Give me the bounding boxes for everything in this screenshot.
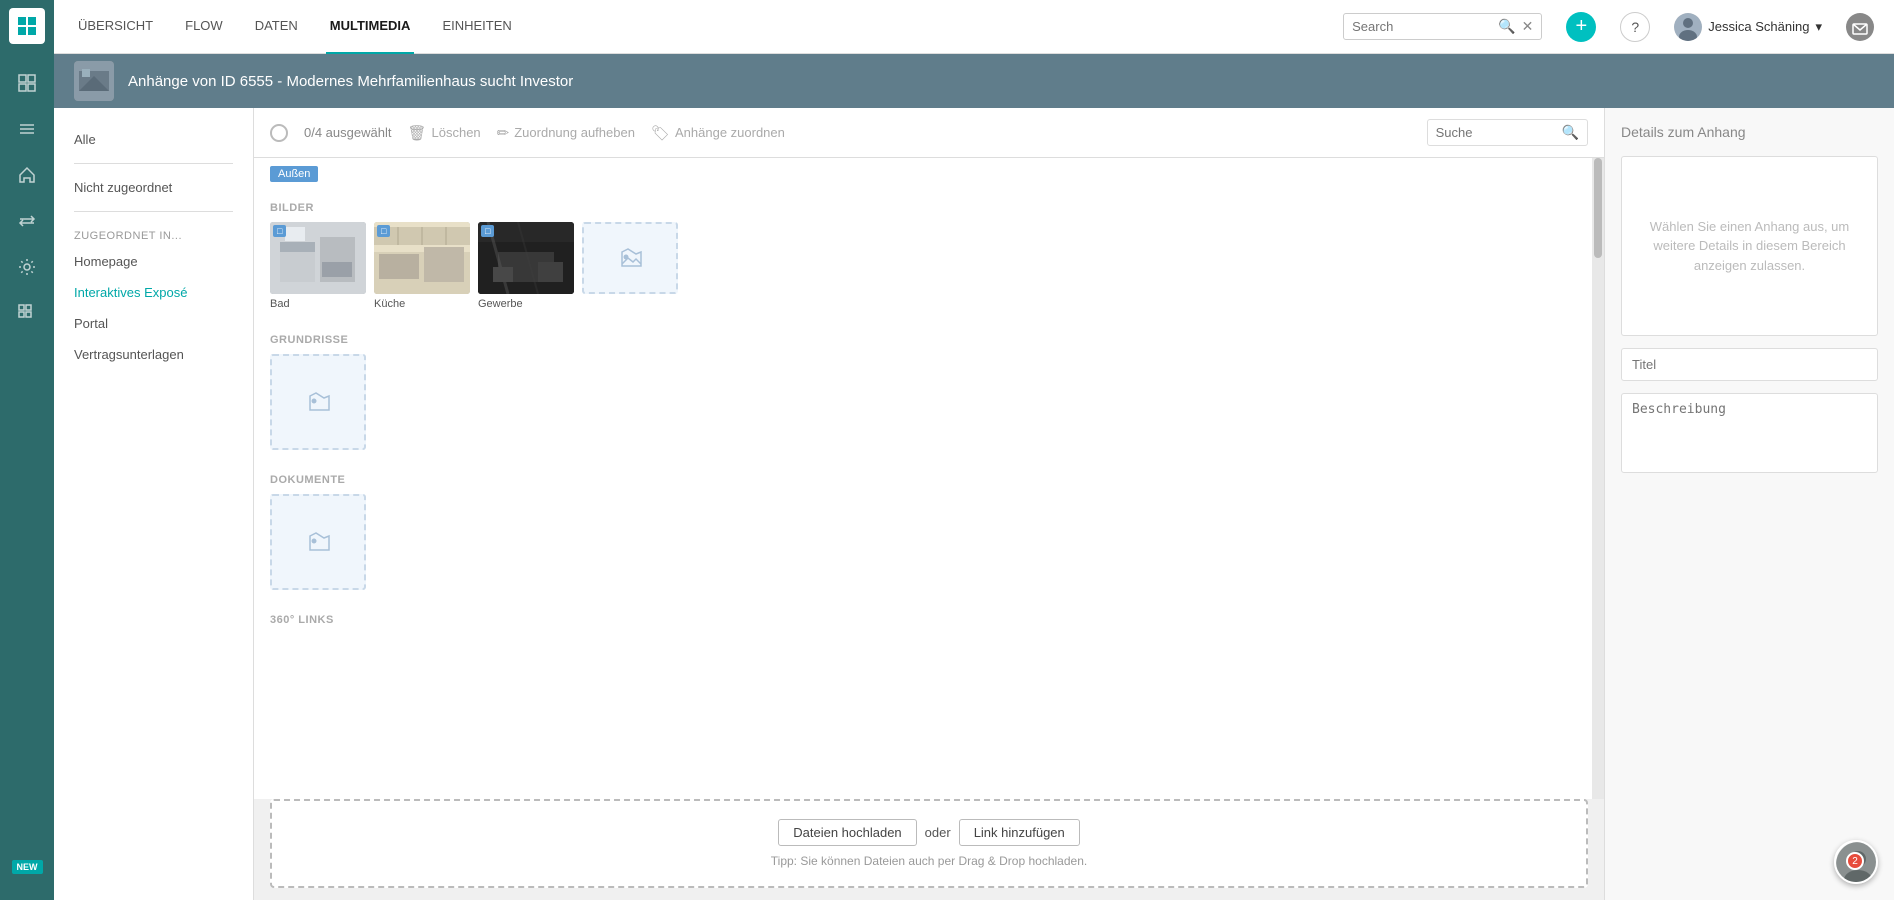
left-nav-alle[interactable]: Alle — [54, 124, 253, 155]
media-label-bad: Bad — [270, 298, 366, 310]
bilder-grid: □ Bad — [270, 222, 1576, 322]
nav-close-icon[interactable]: ✕ — [1522, 18, 1534, 35]
left-nav-interaktives-expose[interactable]: Interaktives Exposé — [54, 277, 253, 308]
delete-icon: 🗑 — [407, 124, 426, 142]
sidebar-list-icon[interactable] — [0, 106, 54, 152]
media-item-placeholder-dokumente[interactable] — [270, 494, 366, 590]
content-toolbar: 0/4 ausgewählt 🗑 Löschen ✏ Zuordnung auf… — [254, 108, 1604, 158]
nav-ubersicht[interactable]: ÜBERSICHT — [74, 0, 157, 54]
media-badge-kuche: □ — [377, 225, 390, 237]
sidebar-grid-icon[interactable] — [0, 60, 54, 106]
sidebar: NEW — [0, 0, 54, 900]
media-placeholder-dokumente[interactable] — [270, 494, 366, 590]
top-navigation: ÜBERSICHT FLOW DATEN MULTIMEDIA EINHEITE… — [54, 0, 1894, 54]
section-dokumente-label: DOKUMENTE — [270, 462, 1576, 494]
media-thumb-kuche[interactable]: □ — [374, 222, 470, 294]
media-thumb-bad[interactable]: □ — [270, 222, 366, 294]
select-all-checkbox[interactable] — [270, 124, 288, 142]
nav-multimedia[interactable]: MULTIMEDIA — [326, 0, 415, 54]
nav-chevron-down-icon: ▾ — [1815, 19, 1822, 35]
unassign-icon: ✏ — [497, 124, 510, 142]
sidebar-new-badge[interactable]: NEW — [0, 844, 54, 890]
page-header-title: Anhänge von ID 6555 - Modernes Mehrfamil… — [128, 73, 573, 90]
section-360links-label: 360° LINKS — [270, 602, 1576, 634]
sidebar-apps-icon[interactable] — [0, 290, 54, 336]
toolbar-search-input[interactable] — [1436, 125, 1556, 140]
nav-notifications[interactable] — [1846, 13, 1874, 41]
media-item-kuche[interactable]: □ Küche — [374, 222, 470, 310]
unassign-button[interactable]: ✏ Zuordnung aufheben — [497, 124, 635, 142]
media-item-placeholder-grundrisse[interactable] — [270, 354, 366, 450]
upload-tip: Tipp: Sie können Dateien auch per Drag &… — [771, 854, 1087, 868]
media-badge-gewerbe: □ — [481, 225, 494, 237]
page-header: Anhänge von ID 6555 - Modernes Mehrfamil… — [54, 54, 1894, 108]
nav-search-box: 🔍 ✕ — [1343, 13, 1542, 40]
nav-user[interactable]: Jessica Schäning ▾ — [1674, 13, 1822, 41]
assign-label: Anhänge zuordnen — [675, 125, 785, 140]
left-nav-vertragsunterlagen[interactable]: Vertragsunterlagen — [54, 339, 253, 370]
notification-badge: 2 — [1846, 852, 1864, 870]
nav-daten[interactable]: DATEN — [251, 0, 302, 54]
delete-label: Löschen — [432, 125, 481, 140]
media-label-gewerbe: Gewerbe — [478, 298, 574, 310]
left-navigation: Alle Nicht zugeordnet ZUGEORDNET IN... H… — [54, 108, 254, 900]
sidebar-home-icon[interactable] — [0, 152, 54, 198]
section-aussen-tag: Außen — [270, 166, 318, 182]
right-panel: Details zum Anhang Wählen Sie einen Anha… — [1604, 108, 1894, 900]
nav-search-input[interactable] — [1352, 19, 1492, 34]
left-nav-nicht-zugeordnet[interactable]: Nicht zugeordnet — [54, 172, 253, 203]
section-aussen-header: Außen — [270, 158, 1576, 190]
sidebar-settings-icon[interactable] — [0, 244, 54, 290]
scroll-thumb — [1594, 158, 1602, 258]
nav-user-avatar — [1674, 13, 1702, 41]
upload-files-button[interactable]: Dateien hochladen — [778, 819, 916, 846]
nav-add-button[interactable]: + — [1566, 12, 1596, 42]
logo[interactable] — [9, 8, 45, 44]
assign-button[interactable]: 🏷 Anhänge zuordnen — [651, 124, 785, 142]
section-bilder-label: BILDER — [270, 190, 1576, 222]
right-panel-preview: Wählen Sie einen Anhang aus, um weitere … — [1621, 156, 1878, 336]
add-link-button[interactable]: Link hinzufügen — [959, 819, 1080, 846]
right-panel-title-input[interactable] — [1621, 348, 1878, 381]
upload-zone: Dateien hochladen oder Link hinzufügen T… — [270, 799, 1588, 888]
toolbar-search-icon[interactable]: 🔍 — [1562, 124, 1579, 141]
toolbar-search-box: 🔍 — [1427, 119, 1588, 146]
media-item-placeholder-bilder[interactable] — [582, 222, 678, 310]
nav-user-name: Jessica Schäning — [1708, 19, 1809, 34]
section-grundrisse-label: GRUNDRISSE — [270, 322, 1576, 354]
media-thumb-gewerbe[interactable]: □ — [478, 222, 574, 294]
left-nav-section-title: ZUGEORDNET IN... — [54, 220, 253, 246]
dokumente-grid — [270, 494, 1576, 602]
media-content: Außen BILDER — [254, 158, 1592, 799]
upload-or-label: oder — [925, 825, 951, 840]
nav-einheiten[interactable]: EINHEITEN — [438, 0, 515, 54]
right-panel-placeholder-text: Wählen Sie einen Anhang aus, um weitere … — [1638, 217, 1861, 276]
page-header-thumbnail — [74, 61, 114, 101]
upload-row: Dateien hochladen oder Link hinzufügen — [778, 819, 1080, 846]
delete-button[interactable]: 🗑 Löschen — [407, 124, 480, 142]
media-item-gewerbe[interactable]: □ Gewerbe — [478, 222, 574, 310]
nav-search-icon[interactable]: 🔍 — [1498, 18, 1515, 35]
right-panel-description-input[interactable] — [1621, 393, 1878, 473]
media-placeholder-bilder[interactable] — [582, 222, 678, 294]
left-nav-portal[interactable]: Portal — [54, 308, 253, 339]
right-panel-title: Details zum Anhang — [1621, 124, 1878, 140]
grundrisse-grid — [270, 354, 1576, 462]
media-placeholder-grundrisse[interactable] — [270, 354, 366, 450]
media-label-kuche: Küche — [374, 298, 470, 310]
assign-icon: 🏷 — [651, 124, 670, 142]
selected-count-label: 0/4 ausgewählt — [304, 125, 391, 140]
nav-flow[interactable]: FLOW — [181, 0, 227, 54]
scroll-bar[interactable] — [1592, 158, 1604, 799]
media-item-bad[interactable]: □ Bad — [270, 222, 366, 310]
sidebar-transfer-icon[interactable] — [0, 198, 54, 244]
media-badge-bad: □ — [273, 225, 286, 237]
unassign-label: Zuordnung aufheben — [514, 125, 635, 140]
left-nav-homepage[interactable]: Homepage — [54, 246, 253, 277]
nav-help-button[interactable]: ? — [1620, 12, 1650, 42]
